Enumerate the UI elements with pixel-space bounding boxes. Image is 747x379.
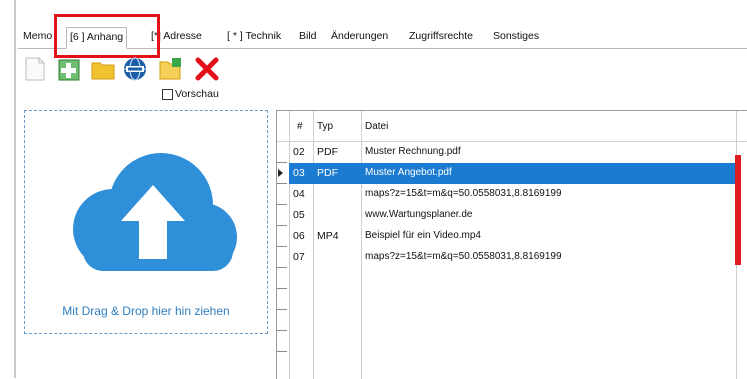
row-file: maps?z=15&t=m&q=50.0558031,8.8169199: [365, 251, 562, 262]
table-row[interactable]: 07 maps?z=15&t=m&q=50.0558031,8.8169199: [277, 247, 747, 268]
open-folder-icon[interactable]: [158, 56, 184, 82]
row-file: Beispiel für ein Video.mp4: [365, 230, 481, 241]
tab-memo[interactable]: Memo: [20, 30, 55, 46]
window-left-frame: [0, 0, 16, 378]
row-number: 02: [293, 146, 305, 158]
drop-zone-text: Mit Drag & Drop hier hin ziehen: [62, 304, 230, 318]
tab-bild[interactable]: Bild: [296, 30, 320, 46]
row-number: 06: [293, 230, 305, 242]
column-header-type[interactable]: Typ: [317, 121, 333, 132]
row-gutter-tick: [277, 162, 287, 163]
current-row-indicator-icon: [278, 169, 283, 177]
cloud-upload-icon: [53, 141, 243, 294]
folder-icon[interactable]: [90, 56, 116, 82]
row-gutter-tick: [277, 288, 287, 289]
delete-icon[interactable]: [194, 56, 220, 82]
checkbox-box[interactable]: [162, 88, 173, 100]
row-type: PDF: [317, 146, 338, 158]
preview-checkbox[interactable]: Vorschau: [162, 88, 219, 100]
row-type: PDF: [317, 167, 338, 179]
row-gutter-tick: [277, 351, 287, 352]
tab-aenderungen[interactable]: Änderungen: [328, 30, 391, 46]
row-number: 05: [293, 209, 305, 221]
row-gutter-tick: [277, 330, 287, 331]
table-row-selected[interactable]: 03 PDF Muster Angebot.pdf: [277, 163, 747, 184]
row-file: www.Wartungsplaner.de: [365, 209, 473, 220]
row-gutter-tick: [277, 183, 287, 184]
table-header: # Typ Datei: [277, 111, 747, 142]
selection-highlight: [289, 163, 736, 184]
row-gutter-tick: [277, 204, 287, 205]
table-row[interactable]: 06 MP4 Beispiel für ein Video.mp4: [277, 226, 747, 247]
table-row[interactable]: 05 www.Wartungsplaner.de: [277, 205, 747, 226]
attachments-table: # Typ Datei 02 PDF Muster Rechnung.pdf 0…: [276, 110, 747, 379]
add-icon[interactable]: [56, 56, 82, 82]
row-gutter-tick: [277, 267, 287, 268]
drop-zone[interactable]: Mit Drag & Drop hier hin ziehen: [24, 110, 268, 334]
column-header-file[interactable]: Datei: [365, 121, 388, 132]
table-row[interactable]: 02 PDF Muster Rechnung.pdf: [277, 142, 747, 163]
edge-marker: [735, 155, 741, 265]
row-number: 04: [293, 188, 305, 200]
table-row[interactable]: 04 maps?z=15&t=m&q=50.0558031,8.8169199: [277, 184, 747, 205]
preview-label: Vorschau: [175, 88, 219, 100]
web-icon[interactable]: [122, 56, 148, 82]
tab-technik[interactable]: [ * ] Technik: [224, 30, 284, 46]
row-number: 03: [293, 167, 305, 179]
row-file: Muster Angebot.pdf: [365, 167, 452, 178]
row-gutter-tick: [277, 225, 287, 226]
row-file: maps?z=15&t=m&q=50.0558031,8.8169199: [365, 188, 562, 199]
row-gutter-tick: [277, 246, 287, 247]
row-file: Muster Rechnung.pdf: [365, 146, 461, 157]
row-gutter-tick: [277, 309, 287, 310]
tab-zugriffsrechte[interactable]: Zugriffsrechte: [406, 30, 476, 46]
highlight-box: [54, 14, 160, 58]
row-number: 07: [293, 251, 305, 263]
column-header-number[interactable]: #: [297, 121, 303, 132]
new-document-icon[interactable]: [22, 56, 48, 82]
row-type: MP4: [317, 230, 339, 242]
tab-sonstiges[interactable]: Sonstiges: [490, 30, 542, 46]
